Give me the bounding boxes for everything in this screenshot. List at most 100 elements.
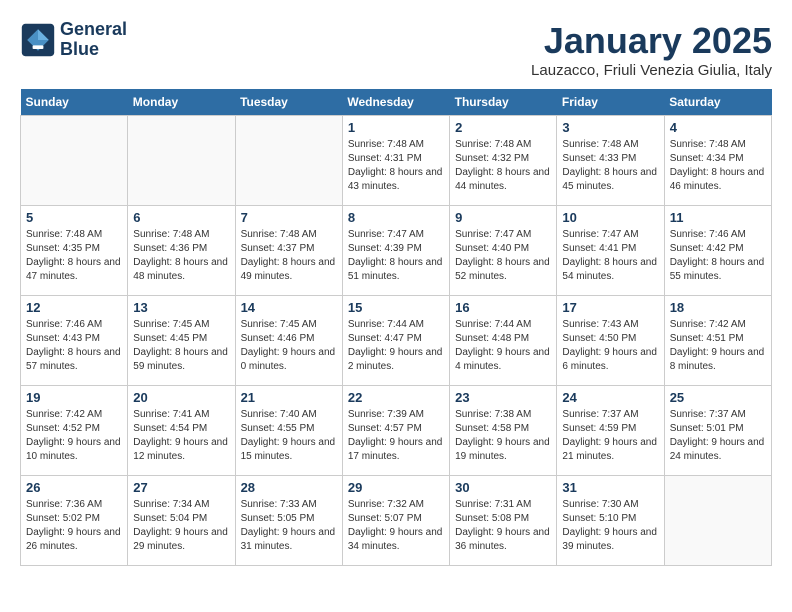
day-info: Sunrise: 7:42 AM Sunset: 4:52 PM Dayligh… — [26, 408, 122, 464]
calendar-cell: 8 Sunrise: 7:47 AM Sunset: 4:39 PM Daylig… — [342, 206, 449, 296]
day-info: Sunrise: 7:47 AM Sunset: 4:41 PM Dayligh… — [562, 228, 658, 284]
day-info: Sunrise: 7:40 AM Sunset: 4:55 PM Dayligh… — [241, 408, 337, 464]
day-info: Sunrise: 7:46 AM Sunset: 4:43 PM Dayligh… — [26, 318, 122, 374]
calendar-cell: 31 Sunrise: 7:30 AM Sunset: 5:10 PM Dayli… — [557, 476, 664, 566]
col-saturday: Saturday — [664, 89, 771, 116]
day-number: 5 — [26, 210, 122, 225]
day-number: 30 — [455, 480, 551, 495]
day-number: 24 — [562, 390, 658, 405]
calendar-cell: 28 Sunrise: 7:33 AM Sunset: 5:05 PM Dayli… — [235, 476, 342, 566]
day-info: Sunrise: 7:39 AM Sunset: 4:57 PM Dayligh… — [348, 408, 444, 464]
day-number: 31 — [562, 480, 658, 495]
location-title: Lauzacco, Friuli Venezia Giulia, Italy — [531, 62, 772, 79]
calendar-week-row: 1 Sunrise: 7:48 AM Sunset: 4:31 PM Daylig… — [21, 116, 772, 206]
calendar-cell: 24 Sunrise: 7:37 AM Sunset: 4:59 PM Dayli… — [557, 386, 664, 476]
col-wednesday: Wednesday — [342, 89, 449, 116]
day-info: Sunrise: 7:36 AM Sunset: 5:02 PM Dayligh… — [26, 498, 122, 554]
calendar-cell: 12 Sunrise: 7:46 AM Sunset: 4:43 PM Dayli… — [21, 296, 128, 386]
day-info: Sunrise: 7:48 AM Sunset: 4:31 PM Dayligh… — [348, 138, 444, 194]
calendar-cell: 2 Sunrise: 7:48 AM Sunset: 4:32 PM Daylig… — [450, 116, 557, 206]
day-info: Sunrise: 7:34 AM Sunset: 5:04 PM Dayligh… — [133, 498, 229, 554]
day-info: Sunrise: 7:43 AM Sunset: 4:50 PM Dayligh… — [562, 318, 658, 374]
logo-text: General Blue — [60, 20, 127, 60]
day-number: 4 — [670, 120, 766, 135]
day-info: Sunrise: 7:48 AM Sunset: 4:36 PM Dayligh… — [133, 228, 229, 284]
calendar-cell: 29 Sunrise: 7:32 AM Sunset: 5:07 PM Dayli… — [342, 476, 449, 566]
day-number: 19 — [26, 390, 122, 405]
day-info: Sunrise: 7:37 AM Sunset: 5:01 PM Dayligh… — [670, 408, 766, 464]
day-info: Sunrise: 7:31 AM Sunset: 5:08 PM Dayligh… — [455, 498, 551, 554]
calendar-cell: 7 Sunrise: 7:48 AM Sunset: 4:37 PM Daylig… — [235, 206, 342, 296]
day-number: 15 — [348, 300, 444, 315]
calendar-body: 1 Sunrise: 7:48 AM Sunset: 4:31 PM Daylig… — [21, 116, 772, 566]
calendar-cell: 19 Sunrise: 7:42 AM Sunset: 4:52 PM Dayli… — [21, 386, 128, 476]
calendar-cell: 27 Sunrise: 7:34 AM Sunset: 5:04 PM Dayli… — [128, 476, 235, 566]
calendar-cell: 5 Sunrise: 7:48 AM Sunset: 4:35 PM Daylig… — [21, 206, 128, 296]
calendar-week-row: 26Sunrise: 7:36 AM Sunset: 5:02 PM Dayli… — [21, 476, 772, 566]
calendar-table: Sunday Monday Tuesday Wednesday Thursday… — [20, 89, 772, 566]
day-info: Sunrise: 7:30 AM Sunset: 5:10 PM Dayligh… — [562, 498, 658, 554]
col-monday: Monday — [128, 89, 235, 116]
calendar-week-row: 12 Sunrise: 7:46 AM Sunset: 4:43 PM Dayli… — [21, 296, 772, 386]
day-number: 25 — [670, 390, 766, 405]
day-info: Sunrise: 7:32 AM Sunset: 5:07 PM Dayligh… — [348, 498, 444, 554]
day-info: Sunrise: 7:44 AM Sunset: 4:47 PM Dayligh… — [348, 318, 444, 374]
day-info: Sunrise: 7:42 AM Sunset: 4:51 PM Dayligh… — [670, 318, 766, 374]
day-info: Sunrise: 7:45 AM Sunset: 4:45 PM Dayligh… — [133, 318, 229, 374]
calendar-cell: 21 Sunrise: 7:40 AM Sunset: 4:55 PM Dayli… — [235, 386, 342, 476]
day-info: Sunrise: 7:38 AM Sunset: 4:58 PM Dayligh… — [455, 408, 551, 464]
day-info: Sunrise: 7:48 AM Sunset: 4:37 PM Dayligh… — [241, 228, 337, 284]
page-header: General Blue January 2025 Lauzacco, Friu… — [20, 20, 772, 79]
day-info: Sunrise: 7:48 AM Sunset: 4:35 PM Dayligh… — [26, 228, 122, 284]
day-number: 29 — [348, 480, 444, 495]
day-number: 28 — [241, 480, 337, 495]
day-info: Sunrise: 7:45 AM Sunset: 4:46 PM Dayligh… — [241, 318, 337, 374]
calendar-cell: 30 Sunrise: 7:31 AM Sunset: 5:08 PM Dayli… — [450, 476, 557, 566]
col-friday: Friday — [557, 89, 664, 116]
calendar-cell — [235, 116, 342, 206]
day-info: Sunrise: 7:48 AM Sunset: 4:33 PM Dayligh… — [562, 138, 658, 194]
calendar-cell: 14 Sunrise: 7:45 AM Sunset: 4:46 PM Dayli… — [235, 296, 342, 386]
calendar-cell — [21, 116, 128, 206]
day-number: 8 — [348, 210, 444, 225]
day-number: 3 — [562, 120, 658, 135]
calendar-header: Sunday Monday Tuesday Wednesday Thursday… — [21, 89, 772, 116]
calendar-cell: 13Sunrise: 7:45 AM Sunset: 4:45 PM Dayli… — [128, 296, 235, 386]
calendar-cell — [128, 116, 235, 206]
day-number: 2 — [455, 120, 551, 135]
day-number: 22 — [348, 390, 444, 405]
calendar-week-row: 5 Sunrise: 7:48 AM Sunset: 4:35 PM Daylig… — [21, 206, 772, 296]
day-info: Sunrise: 7:33 AM Sunset: 5:05 PM Dayligh… — [241, 498, 337, 554]
day-info: Sunrise: 7:37 AM Sunset: 4:59 PM Dayligh… — [562, 408, 658, 464]
day-number: 1 — [348, 120, 444, 135]
day-number: 12 — [26, 300, 122, 315]
day-number: 27 — [133, 480, 229, 495]
day-info: Sunrise: 7:48 AM Sunset: 4:34 PM Dayligh… — [670, 138, 766, 194]
col-thursday: Thursday — [450, 89, 557, 116]
day-info: Sunrise: 7:47 AM Sunset: 4:40 PM Dayligh… — [455, 228, 551, 284]
calendar-cell: 6Sunrise: 7:48 AM Sunset: 4:36 PM Daylig… — [128, 206, 235, 296]
day-info: Sunrise: 7:44 AM Sunset: 4:48 PM Dayligh… — [455, 318, 551, 374]
calendar-cell: 25 Sunrise: 7:37 AM Sunset: 5:01 PM Dayli… — [664, 386, 771, 476]
day-number: 21 — [241, 390, 337, 405]
calendar-cell: 22 Sunrise: 7:39 AM Sunset: 4:57 PM Dayli… — [342, 386, 449, 476]
day-number: 9 — [455, 210, 551, 225]
calendar-cell: 26Sunrise: 7:36 AM Sunset: 5:02 PM Dayli… — [21, 476, 128, 566]
calendar-cell: 23Sunrise: 7:38 AM Sunset: 4:58 PM Dayli… — [450, 386, 557, 476]
calendar-cell: 9 Sunrise: 7:47 AM Sunset: 4:40 PM Daylig… — [450, 206, 557, 296]
day-info: Sunrise: 7:48 AM Sunset: 4:32 PM Dayligh… — [455, 138, 551, 194]
calendar-cell: 1 Sunrise: 7:48 AM Sunset: 4:31 PM Daylig… — [342, 116, 449, 206]
logo: General Blue — [20, 20, 127, 60]
calendar-cell: 10Sunrise: 7:47 AM Sunset: 4:41 PM Dayli… — [557, 206, 664, 296]
calendar-cell: 15 Sunrise: 7:44 AM Sunset: 4:47 PM Dayli… — [342, 296, 449, 386]
day-number: 17 — [562, 300, 658, 315]
calendar-cell: 20Sunrise: 7:41 AM Sunset: 4:54 PM Dayli… — [128, 386, 235, 476]
day-number: 14 — [241, 300, 337, 315]
day-info: Sunrise: 7:41 AM Sunset: 4:54 PM Dayligh… — [133, 408, 229, 464]
day-info: Sunrise: 7:47 AM Sunset: 4:39 PM Dayligh… — [348, 228, 444, 284]
calendar-cell — [664, 476, 771, 566]
day-number: 16 — [455, 300, 551, 315]
day-number: 18 — [670, 300, 766, 315]
calendar-cell: 11Sunrise: 7:46 AM Sunset: 4:42 PM Dayli… — [664, 206, 771, 296]
day-number: 7 — [241, 210, 337, 225]
